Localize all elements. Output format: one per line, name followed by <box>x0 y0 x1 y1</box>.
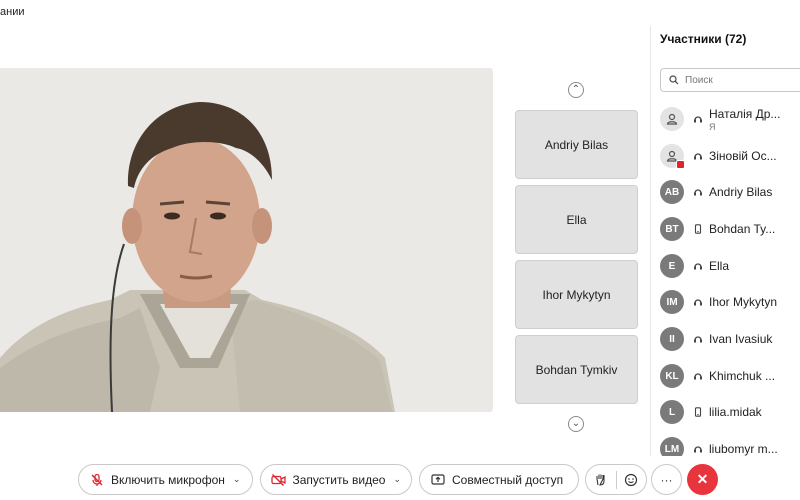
avatar: L <box>660 400 684 424</box>
participant-name: liubomyr m... <box>709 442 778 456</box>
avatar <box>660 144 685 169</box>
start-video-button[interactable]: Запустить видео ⌄ <box>260 464 412 495</box>
avatar <box>660 107 684 131</box>
reactions-button[interactable] <box>616 464 646 495</box>
participant-name: lilia.midak <box>709 405 762 419</box>
phone-icon <box>692 223 704 235</box>
headset-icon <box>692 370 704 382</box>
participant-row[interactable]: AB Andriy Bilas <box>660 177 800 207</box>
video-tile-bohdan-tymkiv[interactable]: Bohdan Tymkiv <box>515 335 638 404</box>
participant-name: Khimchuk ... <box>709 369 776 383</box>
share-label: Совместный доступ <box>452 472 564 487</box>
share-button[interactable]: Совместный доступ <box>419 464 579 495</box>
participant-name: Ihor Mykytyn <box>709 295 778 309</box>
raise-hand-icon <box>596 474 605 486</box>
search-input[interactable] <box>685 74 795 86</box>
search-icon <box>669 75 679 85</box>
avatar: KL <box>660 364 684 388</box>
unmute-button[interactable]: Включить микрофон ⌄ <box>78 464 253 495</box>
meeting-toolbar: Включить микрофон ⌄ Запустить видео ⌄ Со… <box>0 456 800 500</box>
tile-name: Ihor Mykytyn <box>542 287 611 302</box>
participant-row[interactable]: II Ivan Ivasiuk <box>660 324 800 354</box>
headset-icon <box>692 333 704 345</box>
end-call-button[interactable]: ✕ <box>687 464 718 495</box>
avatar: LM <box>660 437 684 456</box>
participant-row[interactable]: KL Khimchuk ... <box>660 361 800 391</box>
tile-name: Andriy Bilas <box>544 137 609 152</box>
avatar: BT <box>660 217 684 241</box>
chevron-down-icon[interactable]: ⌄ <box>393 474 401 485</box>
participant-row[interactable]: E Ella <box>660 251 800 281</box>
participant-name: Ella <box>709 259 730 273</box>
headset-icon <box>692 260 704 272</box>
headset-icon <box>692 150 704 162</box>
microphone-muted-icon <box>89 472 105 488</box>
avatar: AB <box>660 180 684 204</box>
participant-row[interactable]: IM Ihor Mykytyn <box>660 287 800 317</box>
person-icon <box>666 113 678 125</box>
tile-name: Ella <box>566 212 587 227</box>
participant-name: Зіновій Ос... <box>709 149 777 163</box>
participant-row[interactable]: L lilia.midak <box>660 397 800 427</box>
tile-name: Bohdan Tymkiv <box>535 362 618 377</box>
headset-icon <box>692 443 704 455</box>
window-title: ании <box>0 6 25 18</box>
main-video[interactable] <box>0 68 493 412</box>
avatar: II <box>660 327 684 351</box>
participants-panel: Участники (72) Наталія Др... Я <box>650 26 800 456</box>
participant-name: Ivan Ivasiuk <box>709 332 773 346</box>
participant-search[interactable] <box>660 68 800 92</box>
video-tile-ihor-mykytyn[interactable]: Ihor Mykytyn <box>515 260 638 329</box>
participant-row[interactable]: Наталія Др... Я <box>660 104 800 134</box>
participant-name: Andriy Bilas <box>709 185 773 199</box>
participant-row[interactable]: Зіновій Ос... <box>660 141 800 171</box>
smiley-icon <box>625 473 638 486</box>
chevron-down-icon[interactable]: ⌄ <box>568 416 584 432</box>
headset-icon <box>692 186 704 198</box>
participant-subtitle: Я <box>709 121 716 132</box>
participant-name: Bohdan Ty... <box>709 222 776 236</box>
video-tile-andriy-bilas[interactable]: Andriy Bilas <box>515 110 638 179</box>
participants-title: Участники (72) <box>660 32 747 46</box>
headset-icon <box>692 113 704 125</box>
more-options-button[interactable]: ··· <box>651 464 682 495</box>
avatar: IM <box>660 290 684 314</box>
video-tile-ella[interactable]: Ella <box>515 185 638 254</box>
speaker-video-frame <box>0 68 493 412</box>
participant-row[interactable]: LM liubomyr m... <box>660 434 800 456</box>
chevron-up-icon[interactable]: ⌃ <box>568 82 584 98</box>
avatar: E <box>660 254 684 278</box>
video-off-icon <box>271 472 286 488</box>
unmute-label: Включить микрофон <box>111 472 225 487</box>
start-video-label: Запустить видео <box>292 472 386 487</box>
reactions-group <box>585 464 647 495</box>
participant-row[interactable]: BT Bohdan Ty... <box>660 214 800 244</box>
muted-badge-icon <box>676 160 685 169</box>
raise-hand-button[interactable] <box>586 464 616 495</box>
headset-icon <box>692 296 704 308</box>
chevron-down-icon[interactable]: ⌄ <box>233 474 241 485</box>
share-screen-icon <box>430 472 446 488</box>
participant-name: Наталія Др... <box>709 106 781 121</box>
phone-icon <box>692 406 704 418</box>
